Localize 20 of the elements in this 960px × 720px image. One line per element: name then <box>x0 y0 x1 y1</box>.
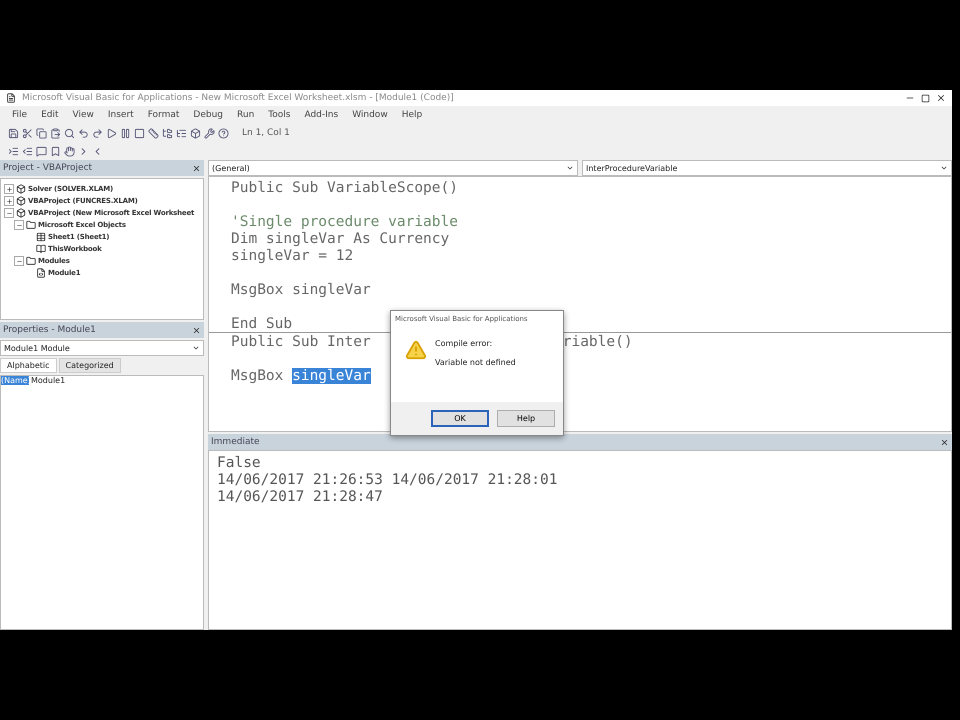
selected-code: singleVar <box>292 368 371 384</box>
error-message: Variable not defined <box>435 358 516 367</box>
code-line: End Sub <box>231 316 292 332</box>
code-line: MsgBox <box>231 368 284 384</box>
pane-title: Project - VBAProject <box>3 163 92 173</box>
window-title: Microsoft Visual Basic for Applications - New Microsoft Excel Worksheet.xlsm - [Module1 (Code)] <box>22 93 455 103</box>
code-line: MsgBox singleVar <box>231 282 371 298</box>
code-line: Public Sub Inter <box>231 334 371 350</box>
pane-title: Properties - Module1 <box>3 325 96 335</box>
code-line: singleVar = 12 <box>231 248 354 264</box>
error-heading: Compile error: <box>435 339 494 348</box>
output-line: False <box>217 455 262 472</box>
pane-title: Immediate <box>211 437 260 447</box>
code-line: Dim singleVar As Currency <box>231 230 450 246</box>
code-line: riable() <box>562 334 633 350</box>
cursor-position: Ln 1, Col 1 <box>241 128 291 138</box>
output-line: 14/06/2017 21:28:47 <box>217 489 384 506</box>
code-line: 'Single procedure variable <box>231 214 458 230</box>
code-line: Public Sub VariableScope() <box>231 180 458 196</box>
output-line: 14/06/2017 21:26:53 14/06/2017 21:28:01 <box>217 472 558 489</box>
